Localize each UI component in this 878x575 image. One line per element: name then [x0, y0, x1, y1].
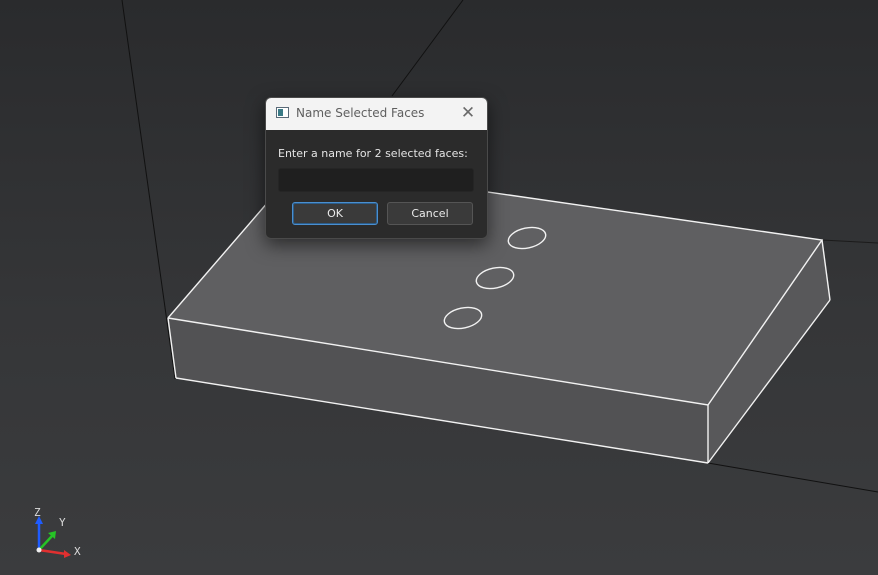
name-selected-faces-dialog: Name Selected Faces ✕ Enter a name for 2…	[265, 97, 488, 239]
3d-viewport[interactable]: Z Y X	[0, 0, 878, 575]
close-icon[interactable]: ✕	[459, 103, 477, 123]
dialog-title: Name Selected Faces	[296, 106, 425, 120]
grid-line-right	[707, 462, 878, 493]
window-icon	[276, 107, 289, 118]
y-axis-line	[38, 535, 53, 551]
ok-button[interactable]: OK	[292, 202, 378, 225]
x-axis-arrow	[64, 550, 71, 558]
grid-line-left	[121, 0, 176, 380]
z-axis-label: Z	[34, 506, 41, 519]
axis-origin	[36, 547, 42, 553]
face-name-input[interactable]	[278, 168, 474, 192]
x-axis-label: X	[74, 545, 81, 558]
x-axis-line	[38, 548, 67, 556]
y-axis-label: Y	[59, 516, 66, 529]
scene-svg	[35, 0, 878, 558]
prompt-label: Enter a name for 2 selected faces:	[278, 147, 468, 160]
dialog-titlebar[interactable]: Name Selected Faces ✕	[266, 98, 487, 130]
cancel-button[interactable]: Cancel	[387, 202, 473, 225]
grid-line-right-top	[821, 239, 878, 244]
grid-line-top	[391, 0, 464, 97]
